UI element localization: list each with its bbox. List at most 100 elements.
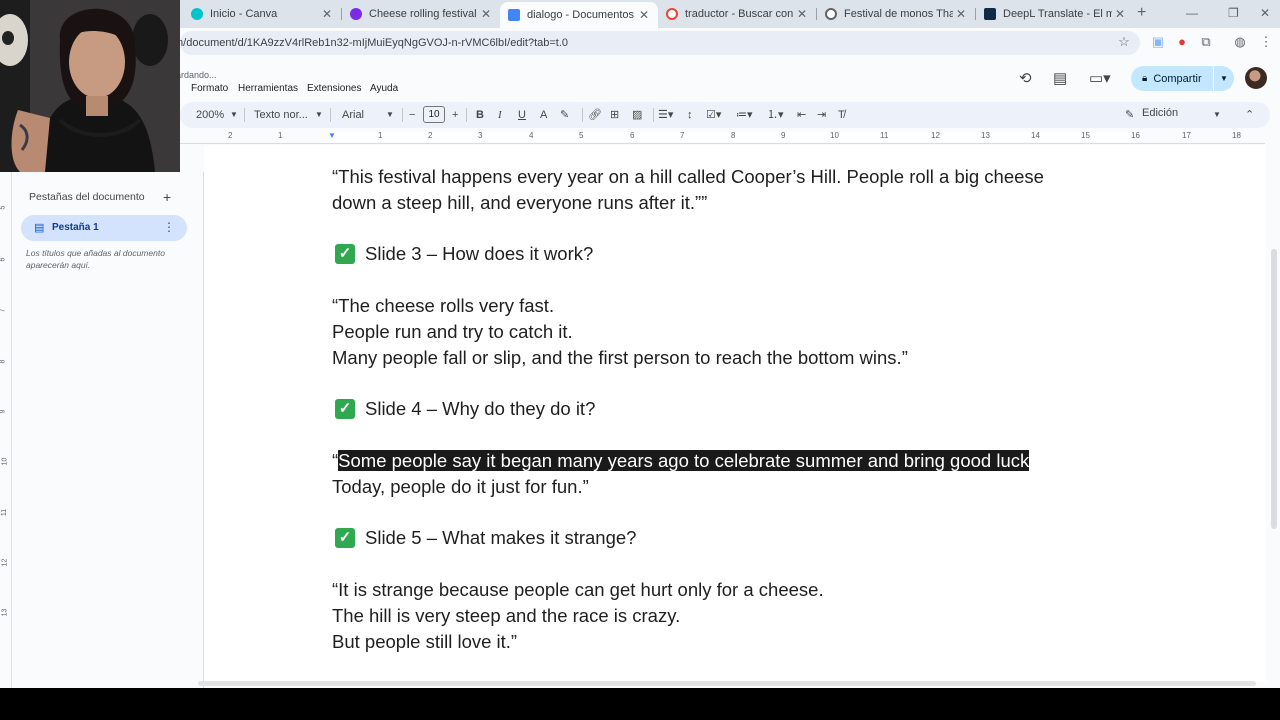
close-tab-icon[interactable]: ✕ [1112, 7, 1128, 21]
browser-tab-google-search[interactable]: traductor - Buscar con Google ✕ [658, 4, 816, 24]
bookmark-star-icon[interactable]: ☆ [1116, 34, 1132, 50]
bulleted-list-icon[interactable]: ≔▾ [736, 107, 753, 123]
increase-font-size-icon[interactable]: + [452, 107, 458, 123]
slide-heading[interactable]: ✓ Slide 3 – How does it work? [332, 243, 593, 265]
profile-icon[interactable]: ◍ [1232, 34, 1248, 50]
italic-icon[interactable]: I [498, 107, 502, 123]
screen-bottom-bar [0, 688, 1280, 720]
left-indent-marker-icon[interactable]: ▼ [328, 131, 336, 140]
browser-tab-canva[interactable]: Inicio - Canva ✕ [183, 4, 341, 24]
add-tab-button[interactable]: + [163, 189, 171, 205]
close-tab-icon[interactable]: ✕ [953, 7, 969, 21]
ruler-number: 6 [0, 257, 7, 262]
ruler-number: 17 [1182, 131, 1191, 140]
browser-tab-presentation[interactable]: Cheese rolling festival - Presentación ✕ [342, 4, 500, 24]
minimize-icon[interactable]: — [1186, 6, 1198, 20]
body-text-line[interactable]: “Some people say it began many years ago… [332, 450, 1030, 472]
text-color-icon[interactable]: A [540, 107, 547, 123]
vertical-scrollbar[interactable] [1268, 145, 1280, 682]
body-text[interactable]: Today, people do it just for fun.” [332, 476, 589, 498]
body-text[interactable]: Many people fall or slip, and the first … [332, 347, 908, 369]
tab-title: Festival de monos Thailandia [844, 8, 953, 20]
close-window-icon[interactable]: ✕ [1260, 6, 1270, 20]
font-select[interactable]: Arial [342, 107, 364, 123]
document-page[interactable]: “This festival happens every year on a h… [204, 145, 1266, 682]
body-text[interactable]: The hill is very steep and the race is c… [332, 605, 680, 627]
share-dropdown-button[interactable]: ▼ [1214, 66, 1234, 91]
decrease-indent-icon[interactable]: ⇤ [797, 107, 806, 123]
slide-heading[interactable]: ✓ Slide 4 – Why do they do it? [332, 398, 595, 420]
menu-tools[interactable]: Herramientas [238, 83, 298, 94]
close-tab-icon[interactable]: ✕ [478, 7, 494, 21]
url-field[interactable]: docs.google.com/document/d/1KA9zzV4rlReb… [100, 31, 1140, 55]
share-button[interactable]: 🔒︎ Compartir [1131, 66, 1213, 91]
deepl-favicon-icon [984, 8, 996, 20]
scrollbar-thumb[interactable] [1271, 249, 1277, 529]
browser-tab-monkey-festival[interactable]: Festival de monos Thailandia ✕ [817, 4, 975, 24]
more-options-icon[interactable]: ⋮ [163, 220, 175, 234]
avatar[interactable] [1245, 67, 1267, 89]
heading-text[interactable]: Slide 4 – Why do they do it? [365, 398, 595, 420]
vertical-ruler[interactable]: 5 6 7 8 9 10 11 12 13 [0, 172, 12, 688]
document-tab-item[interactable]: ▤ Pestaña 1 ⋮ [21, 215, 187, 241]
menu-format[interactable]: Formato [191, 83, 228, 94]
browser-tab-deepl[interactable]: DeepL Translate - El mejor traductor ✕ [976, 4, 1134, 24]
menu-extensions[interactable]: Extensiones [307, 83, 361, 94]
ruler-number: 5 [0, 205, 7, 210]
close-tab-icon[interactable]: ✕ [319, 7, 335, 21]
body-text[interactable]: “The cheese rolls very fast. [332, 295, 554, 317]
selected-text[interactable]: Some people say it began many years ago … [338, 450, 1030, 471]
decrease-font-size-icon[interactable]: − [409, 107, 415, 123]
slide-heading[interactable]: ✓ Slide 5 – What makes it strange? [332, 527, 636, 549]
paragraph-style-select[interactable]: Texto nor... [254, 107, 308, 123]
extension-icon[interactable]: ▣ [1150, 34, 1166, 50]
version-history-icon[interactable]: ⟲ [1019, 69, 1032, 87]
line-spacing-icon[interactable]: ↕ [687, 107, 693, 123]
zoom-select[interactable]: 200% [196, 107, 224, 123]
checklist-icon[interactable]: ☑▾ [706, 107, 721, 123]
menu-help[interactable]: Ayuda [370, 83, 398, 94]
close-tab-icon[interactable]: ✕ [794, 7, 810, 21]
browser-tab-docs-active[interactable]: dialogo - Documentos de Google ✕ [500, 2, 658, 28]
canva-favicon-icon [191, 8, 203, 20]
document-icon: ▤ [34, 222, 45, 234]
clear-formatting-icon[interactable]: T̸ [838, 107, 845, 123]
body-text[interactable]: People run and try to catch it. [332, 321, 573, 343]
browser-menu-icon[interactable]: ⋮ [1258, 34, 1274, 50]
add-comment-icon[interactable]: ⊞ [610, 107, 619, 123]
horizontal-ruler[interactable]: 2 1 ▼ 1 2 3 4 5 6 7 8 9 10 11 12 13 14 1… [180, 130, 1265, 144]
heading-text[interactable]: Slide 3 – How does it work? [365, 243, 593, 265]
insert-image-icon[interactable]: ▨ [632, 107, 642, 123]
panel-title: Pestañas del documento [29, 191, 145, 203]
ruler-number: 13 [1, 608, 9, 617]
meet-video-icon[interactable]: ▭▾ [1089, 69, 1111, 87]
ruler-number: 13 [981, 131, 990, 140]
maximize-icon[interactable]: ❐ [1228, 6, 1239, 20]
ruler-number: 12 [1, 558, 9, 567]
body-text[interactable]: But people still love it.” [332, 631, 517, 653]
close-tab-icon[interactable]: ✕ [636, 8, 652, 22]
collapse-menus-icon[interactable]: ⌃ [1245, 107, 1254, 123]
heading-text[interactable]: Slide 5 – What makes it strange? [365, 527, 636, 549]
horizontal-scrollbar[interactable] [198, 681, 1256, 686]
new-tab-button[interactable]: + [1137, 4, 1146, 22]
tab-title: DeepL Translate - El mejor traductor [1003, 8, 1112, 20]
body-text[interactable]: “It is strange because people can get hu… [332, 579, 824, 601]
underline-icon[interactable]: U [518, 107, 526, 123]
editing-mode-select[interactable]: Edición [1142, 107, 1178, 119]
body-text[interactable]: down a steep hill, and everyone runs aft… [332, 192, 707, 214]
highlight-color-icon[interactable]: ✎ [560, 107, 569, 123]
ruler-number: 15 [1081, 131, 1090, 140]
body-text[interactable]: “This festival happens every year on a h… [332, 166, 1044, 188]
ruler-number: 12 [931, 131, 940, 140]
extensions-puzzle-icon[interactable]: ⧉ [1198, 34, 1214, 50]
document-canvas[interactable]: “This festival happens every year on a h… [204, 145, 1268, 682]
insert-link-icon[interactable]: 🔗︎ [588, 107, 602, 123]
align-left-icon[interactable]: ☰▾ [658, 107, 673, 123]
numbered-list-icon[interactable]: ⒈▾ [767, 107, 784, 123]
opera-extension-icon[interactable]: ● [1174, 34, 1190, 50]
increase-indent-icon[interactable]: ⇥ [817, 107, 826, 123]
comments-icon[interactable]: ▤ [1053, 69, 1067, 87]
bold-icon[interactable]: B [476, 107, 484, 123]
font-size-input[interactable]: 10 [423, 106, 445, 123]
